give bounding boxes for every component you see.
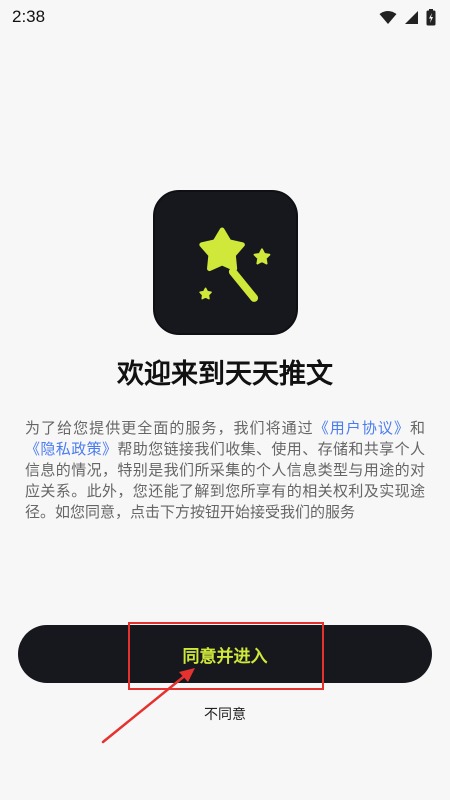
wifi-icon bbox=[379, 10, 397, 24]
app-logo bbox=[153, 190, 298, 335]
welcome-title: 欢迎来到天天推文 bbox=[117, 359, 333, 390]
disagree-button[interactable]: 不同意 bbox=[0, 704, 450, 724]
intro-text-part2: 和 bbox=[409, 419, 425, 437]
magic-wand-star-icon bbox=[199, 227, 271, 302]
user-agreement-link[interactable]: 《用户协议》 bbox=[314, 419, 410, 437]
signal-icon bbox=[405, 10, 418, 24]
agree-and-enter-button[interactable]: 同意并进入 bbox=[18, 625, 432, 683]
intro-text-part1: 为了给您提供更全面的服务，我们将通过 bbox=[25, 419, 314, 437]
battery-icon bbox=[426, 8, 436, 25]
status-time: 2:38 bbox=[12, 7, 46, 26]
screen: 2:38 欢迎来到天天推文 为了给您提供更全面的服务，我们将通过《用户协议》和《… bbox=[0, 0, 450, 800]
status-bar: 2:38 bbox=[0, 0, 450, 34]
status-icons bbox=[379, 8, 436, 26]
privacy-intro-text: 为了给您提供更全面的服务，我们将通过《用户协议》和《隐私政策》帮助您链接我们收集… bbox=[25, 418, 425, 523]
privacy-policy-link[interactable]: 《隐私政策》 bbox=[25, 440, 117, 458]
